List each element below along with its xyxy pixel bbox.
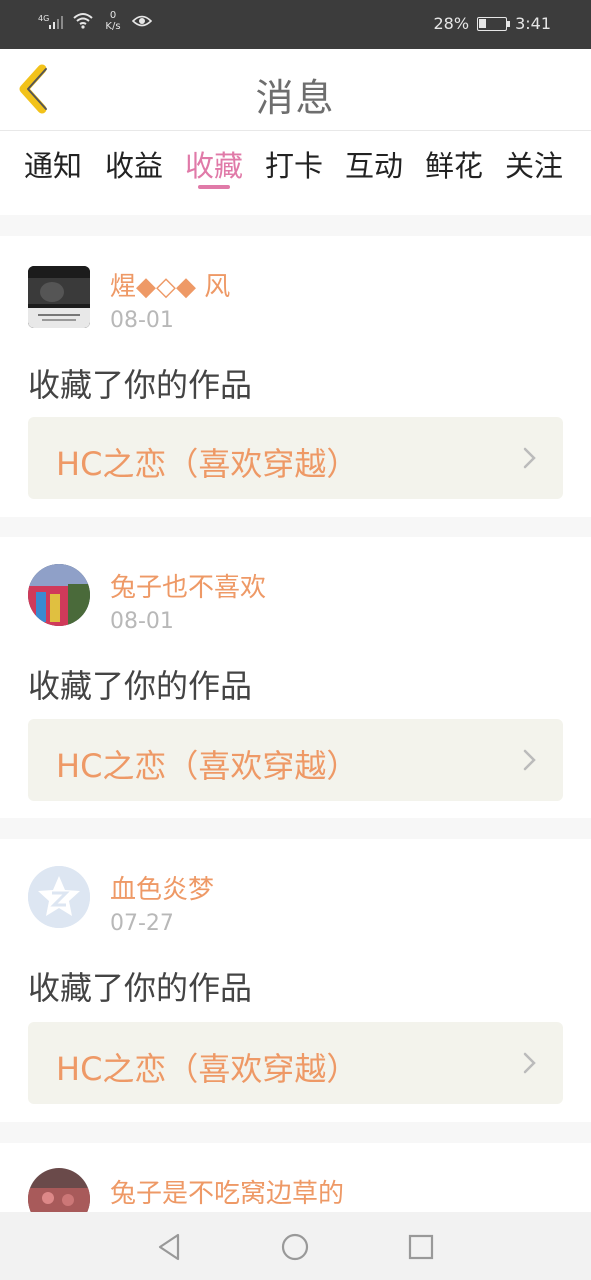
work-link[interactable]: HC之恋（喜欢穿越） bbox=[28, 719, 563, 801]
eye-icon bbox=[132, 15, 152, 27]
username[interactable]: 兔子是不吃窝边草的 bbox=[110, 1173, 344, 1210]
message-action: 收藏了你的作品 bbox=[28, 969, 253, 1007]
message-action: 收藏了你的作品 bbox=[28, 366, 253, 404]
back-triangle-icon[interactable] bbox=[152, 1230, 186, 1264]
message-date: 07-27 bbox=[110, 911, 174, 936]
battery-percent: 28% bbox=[433, 14, 470, 33]
avatar[interactable] bbox=[28, 866, 90, 928]
work-link[interactable]: HC之恋（喜欢穿越） bbox=[28, 1022, 563, 1104]
chevron-right-icon bbox=[523, 447, 536, 469]
battery-icon bbox=[477, 16, 511, 31]
speed-value: 0 bbox=[109, 10, 117, 21]
work-title: HC之恋（喜欢穿越） bbox=[56, 747, 359, 785]
status-bar: 4G 0 K/s 28% 3:41 bbox=[0, 0, 591, 49]
message-action: 收藏了你的作品 bbox=[28, 667, 253, 705]
avatar[interactable] bbox=[28, 564, 90, 626]
message-card: 兔子也不喜欢 08-01 收藏了你的作品 HC之恋（喜欢穿越） bbox=[0, 537, 591, 818]
tab-favorites[interactable]: 收藏 bbox=[185, 143, 243, 185]
message-date: 08-01 bbox=[110, 308, 174, 333]
chevron-right-icon bbox=[523, 749, 536, 771]
tab-follow[interactable]: 关注 bbox=[505, 143, 563, 185]
recents-square-icon[interactable] bbox=[404, 1230, 438, 1264]
message-date: 08-01 bbox=[110, 609, 174, 634]
message-card: 煋◆◇◆ 风 08-01 收藏了你的作品 HC之恋（喜欢穿越） bbox=[0, 236, 591, 517]
work-title: HC之恋（喜欢穿越） bbox=[56, 445, 359, 483]
chevron-right-icon bbox=[523, 1052, 536, 1074]
avatar[interactable] bbox=[28, 1168, 90, 1212]
clock: 3:41 bbox=[515, 14, 551, 33]
username[interactable]: 兔子也不喜欢 bbox=[110, 567, 266, 604]
tab-interaction[interactable]: 互动 bbox=[345, 143, 403, 185]
message-card: 血色炎梦 07-27 收藏了你的作品 HC之恋（喜欢穿越） bbox=[0, 839, 591, 1122]
page-title: 消息 bbox=[255, 76, 336, 120]
wifi-icon bbox=[73, 13, 93, 29]
work-title: HC之恋（喜欢穿越） bbox=[56, 1050, 359, 1088]
default-avatar-icon bbox=[28, 866, 90, 928]
speed-unit: K/s bbox=[105, 21, 121, 32]
active-tab-indicator bbox=[198, 185, 230, 189]
home-circle-icon[interactable] bbox=[278, 1230, 312, 1264]
username[interactable]: 血色炎梦 bbox=[110, 869, 214, 906]
work-link[interactable]: HC之恋（喜欢穿越） bbox=[28, 417, 563, 499]
tab-earnings[interactable]: 收益 bbox=[105, 143, 163, 185]
tab-checkin[interactable]: 打卡 bbox=[265, 143, 323, 185]
avatar[interactable] bbox=[28, 266, 90, 328]
app-header: 消息 bbox=[0, 49, 591, 131]
tab-flowers[interactable]: 鲜花 bbox=[425, 143, 483, 185]
network-speed: 0 K/s bbox=[102, 10, 124, 32]
tab-bar: 通知 收益 收藏 打卡 互动 鲜花 关注 bbox=[0, 131, 591, 215]
message-card: 兔子是不吃窝边草的 bbox=[0, 1143, 591, 1212]
system-nav-bar bbox=[0, 1212, 591, 1280]
username[interactable]: 煋◆◇◆ 风 bbox=[110, 266, 230, 303]
tab-notifications[interactable]: 通知 bbox=[24, 143, 82, 185]
cellular-signal-icon: 4G bbox=[38, 10, 64, 32]
